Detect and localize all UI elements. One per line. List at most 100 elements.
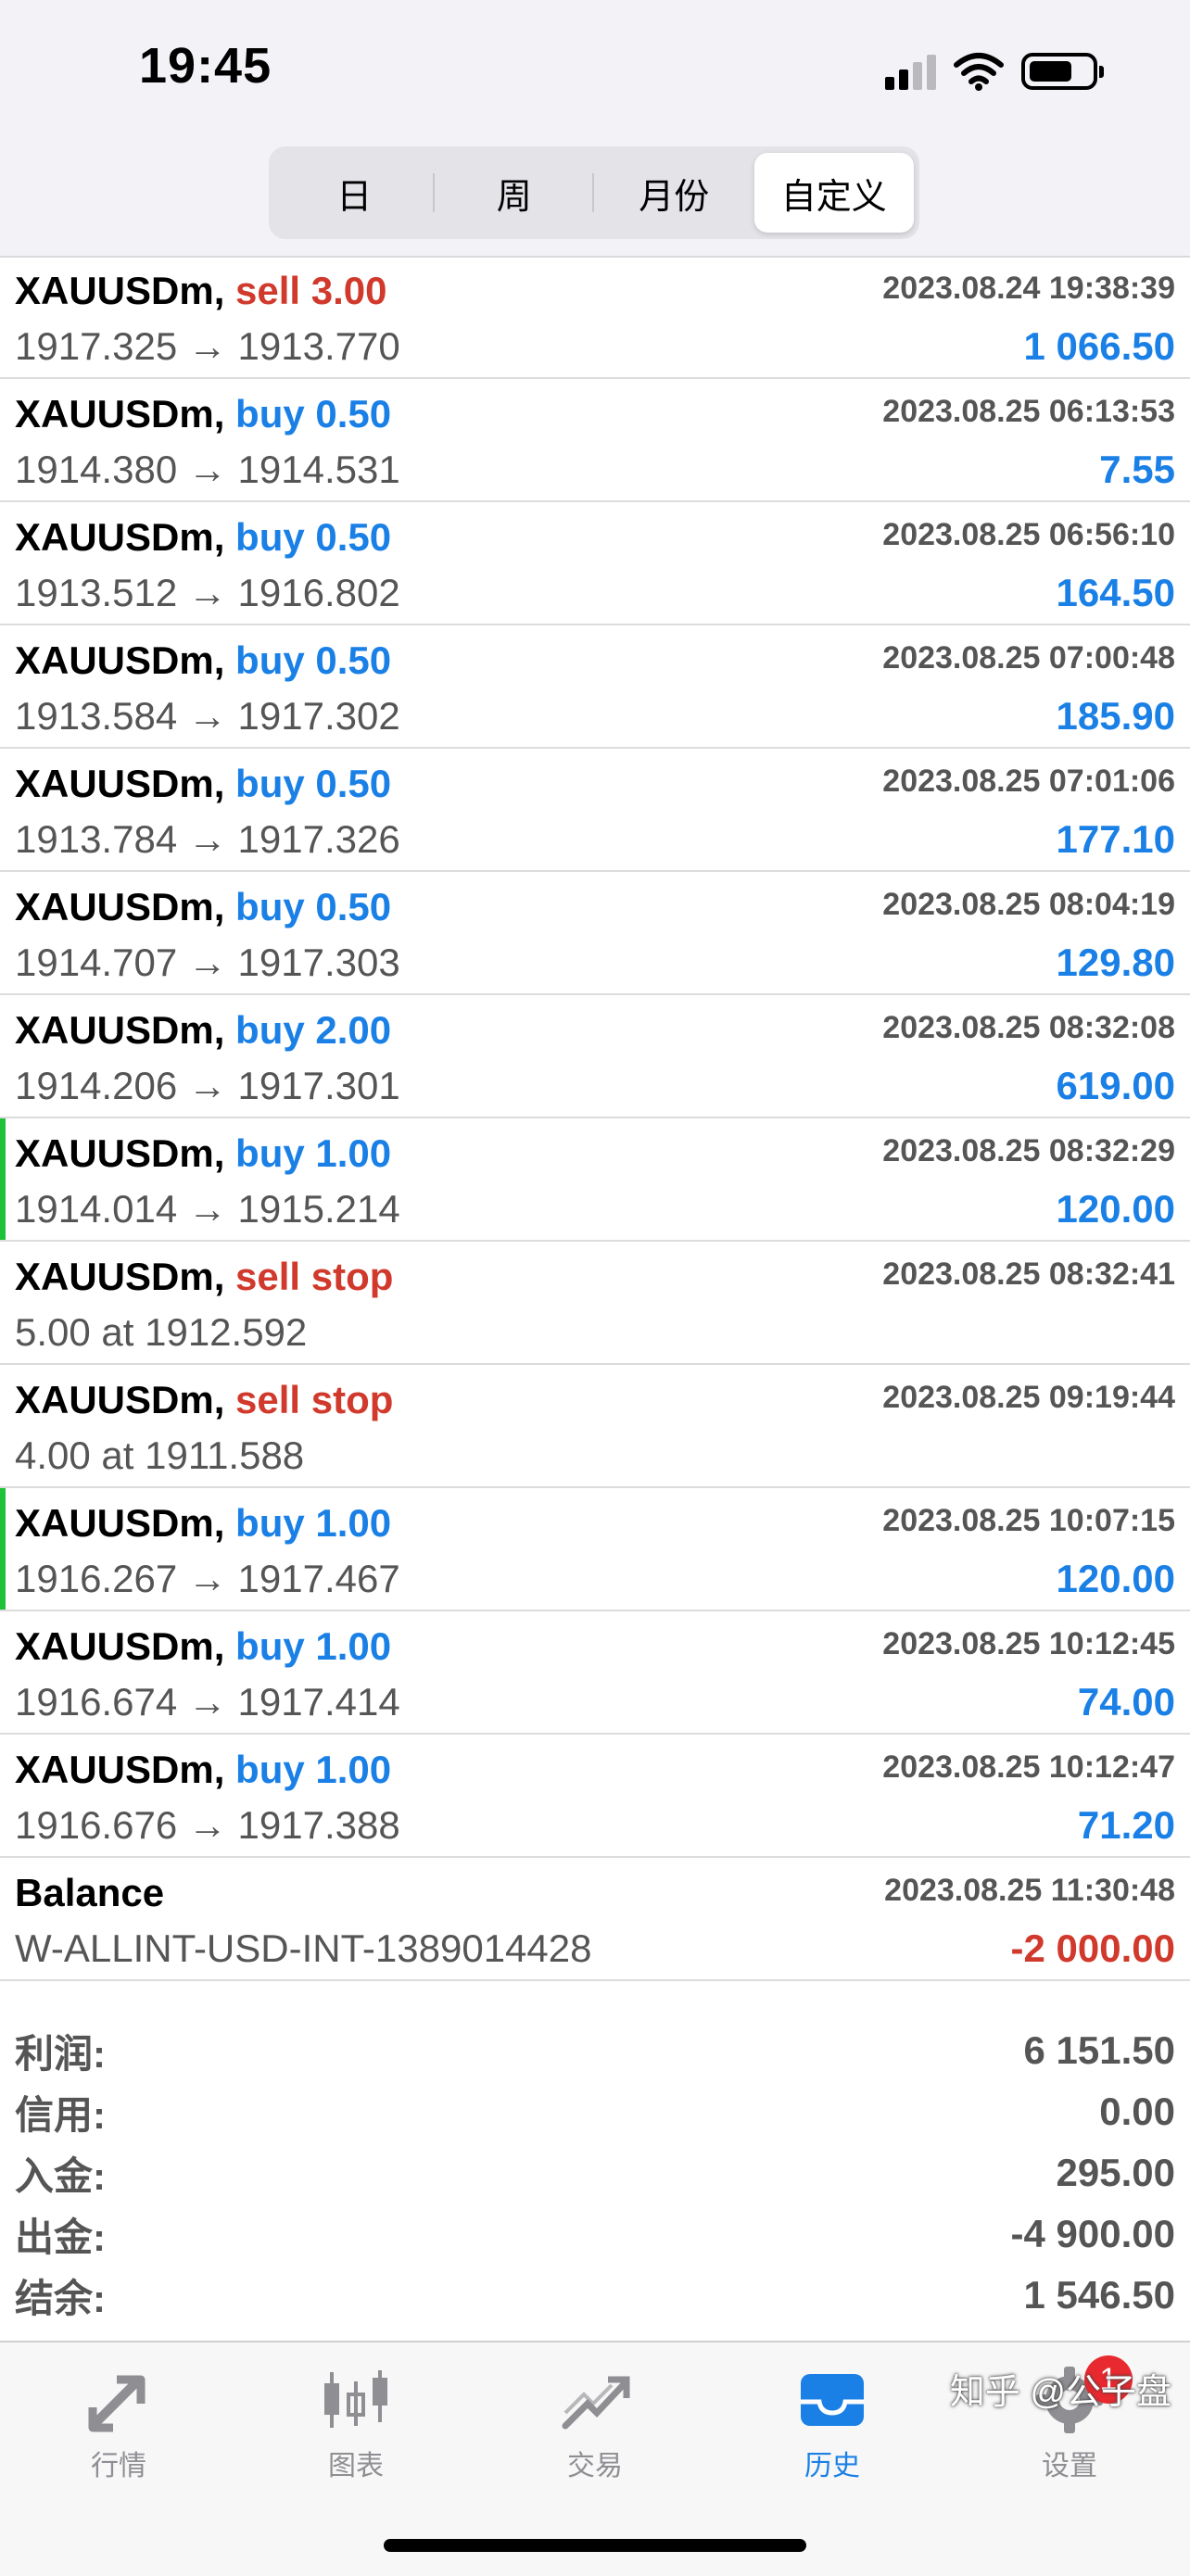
summary-row: 结余: 1 546.50 bbox=[0, 2265, 1190, 2326]
summary-row: 信用: 0.00 bbox=[0, 2081, 1190, 2142]
deal-profit: 74.00 bbox=[1077, 1680, 1175, 1724]
period-tab[interactable]: 日 bbox=[274, 153, 435, 233]
deal-action: buy 0.50 bbox=[235, 885, 392, 928]
deal-profit: -2 000.00 bbox=[1010, 1926, 1175, 1970]
deal-action: buy 1.00 bbox=[235, 1624, 392, 1668]
status-time: 19:45 bbox=[139, 38, 272, 94]
deal-prices: 1913.784 → 1917.326 bbox=[15, 817, 400, 861]
deal-symbol: XAUUSDm, bbox=[15, 392, 225, 436]
summary-row: 出金: -4 900.00 bbox=[0, 2203, 1190, 2265]
tab-label: 行情 bbox=[91, 2451, 146, 2481]
deal-symbol: XAUUSDm, bbox=[15, 1378, 225, 1421]
tab-label: 图表 bbox=[328, 2451, 384, 2481]
deal-title: Balance bbox=[15, 1871, 164, 1915]
period-tab[interactable]: 自定义 bbox=[753, 153, 914, 233]
quotes-icon bbox=[44, 2361, 193, 2439]
deal-row[interactable]: XAUUSDm, buy 0.50 2023.08.25 07:00:48 1913… bbox=[0, 625, 1190, 749]
deal-row[interactable]: XAUUSDm, buy 0.50 2023.08.25 08:04:19 1914… bbox=[0, 872, 1190, 995]
deal-title: XAUUSDm, sell stop bbox=[15, 1378, 393, 1422]
deal-prices: 1916.674 → 1917.414 bbox=[15, 1680, 400, 1724]
deal-symbol: XAUUSDm, bbox=[15, 1624, 225, 1668]
deal-time: 2023.08.25 07:00:48 bbox=[882, 640, 1175, 676]
deal-title: XAUUSDm, buy 1.00 bbox=[15, 1748, 391, 1792]
deal-time: 2023.08.25 08:32:08 bbox=[882, 1010, 1175, 1045]
deal-row[interactable]: XAUUSDm, buy 0.50 2023.08.25 07:01:06 1913… bbox=[0, 749, 1190, 872]
deal-title: XAUUSDm, buy 0.50 bbox=[15, 885, 391, 929]
trade-icon bbox=[521, 2361, 669, 2439]
deal-title: XAUUSDm, buy 0.50 bbox=[15, 392, 391, 436]
deal-row[interactable]: XAUUSDm, sell 3.00 2023.08.24 19:38:39 191… bbox=[0, 256, 1190, 379]
deal-prices: W-ALLINT-USD-INT-1389014428 bbox=[15, 1926, 592, 1970]
summary-label: 利润: bbox=[15, 2031, 106, 2076]
deal-profit: 177.10 bbox=[1056, 817, 1175, 861]
deal-profit: 120.00 bbox=[1056, 1557, 1175, 1600]
status-icons bbox=[885, 48, 1104, 95]
deal-action: buy 0.50 bbox=[235, 638, 392, 682]
deal-action: sell stop bbox=[235, 1255, 394, 1298]
tab-label: 交易 bbox=[567, 2451, 623, 2481]
summary-value: 0.00 bbox=[1099, 2090, 1175, 2133]
deal-symbol: XAUUSDm, bbox=[15, 269, 225, 312]
home-indicator[interactable] bbox=[384, 2539, 806, 2552]
deal-profit: 619.00 bbox=[1056, 1064, 1175, 1107]
cellular-signal-icon bbox=[885, 53, 936, 90]
watermark: 知乎 @公子盘 bbox=[949, 2373, 1171, 2412]
tab-history[interactable]: 历史 bbox=[758, 2361, 906, 2483]
deal-title: XAUUSDm, buy 0.50 bbox=[15, 762, 391, 806]
deal-symbol: XAUUSDm, bbox=[15, 638, 225, 682]
deal-action: buy 1.00 bbox=[235, 1748, 392, 1791]
deal-row[interactable]: XAUUSDm, buy 1.00 2023.08.25 08:32:29 1914… bbox=[0, 1118, 1190, 1242]
deal-row[interactable]: XAUUSDm, buy 1.00 2023.08.25 10:07:15 1916… bbox=[0, 1488, 1190, 1611]
deal-prices: 1913.512 → 1916.802 bbox=[15, 571, 400, 614]
deal-time: 2023.08.25 08:04:19 bbox=[882, 887, 1175, 922]
deal-profit: 120.00 bbox=[1056, 1187, 1175, 1231]
deal-profit: 7.55 bbox=[1099, 448, 1175, 491]
deal-title: XAUUSDm, sell stop bbox=[15, 1255, 393, 1299]
deal-prices: 1916.676 → 1917.388 bbox=[15, 1803, 400, 1847]
deal-profit: 1 066.50 bbox=[1023, 324, 1176, 368]
deal-row[interactable]: XAUUSDm, buy 0.50 2023.08.25 06:56:10 1913… bbox=[0, 502, 1190, 625]
deal-action: buy 2.00 bbox=[235, 1008, 392, 1052]
deal-action: buy 1.00 bbox=[235, 1131, 392, 1175]
deal-prices: 1913.584 → 1917.302 bbox=[15, 694, 400, 738]
deal-action: buy 0.50 bbox=[235, 515, 392, 559]
deal-prices: 1916.267 → 1917.467 bbox=[15, 1557, 400, 1600]
period-segmented-control: 日周月份 自定义 bbox=[269, 146, 919, 239]
deal-row[interactable]: XAUUSDm, sell stop 2023.08.25 09:19:44 4.0… bbox=[0, 1365, 1190, 1488]
deal-symbol: XAUUSDm, bbox=[15, 762, 225, 805]
deal-row[interactable]: XAUUSDm, buy 1.00 2023.08.25 10:12:47 1916… bbox=[0, 1735, 1190, 1858]
deal-symbol: XAUUSDm, bbox=[15, 885, 225, 928]
deal-symbol: XAUUSDm, bbox=[15, 1501, 225, 1545]
deal-time: 2023.08.25 06:13:53 bbox=[882, 394, 1175, 429]
deal-action: sell stop bbox=[235, 1378, 394, 1421]
balance-row[interactable]: Balance 2023.08.25 11:30:48 W-ALLINT-USD-I… bbox=[0, 1858, 1190, 1981]
deal-prices: 5.00 at 1912.592 bbox=[15, 1310, 308, 1354]
summary-row: 入金: 295.00 bbox=[0, 2142, 1190, 2203]
deal-action: sell 3.00 bbox=[235, 269, 387, 312]
tab-chart[interactable]: 图表 bbox=[282, 2361, 430, 2483]
deal-time: 2023.08.25 09:19:44 bbox=[882, 1380, 1175, 1415]
deal-profit: 185.90 bbox=[1056, 694, 1175, 738]
deal-row[interactable]: XAUUSDm, buy 2.00 2023.08.25 08:32:08 1914… bbox=[0, 995, 1190, 1118]
deal-symbol: XAUUSDm, bbox=[15, 1748, 225, 1791]
status-bar: 19:45 bbox=[0, 0, 1190, 139]
deal-title: XAUUSDm, buy 1.00 bbox=[15, 1501, 391, 1546]
deal-title: XAUUSDm, buy 0.50 bbox=[15, 638, 391, 683]
summary-label: 入金: bbox=[15, 2153, 106, 2198]
tab-quotes[interactable]: 行情 bbox=[44, 2361, 193, 2483]
period-tab[interactable]: 周 bbox=[435, 153, 595, 233]
deal-row[interactable]: XAUUSDm, buy 0.50 2023.08.25 06:13:53 1914… bbox=[0, 379, 1190, 502]
period-tab[interactable]: 月份 bbox=[594, 153, 754, 233]
deal-action: buy 0.50 bbox=[235, 392, 392, 436]
deal-symbol: XAUUSDm, bbox=[15, 1131, 225, 1175]
deal-time: 2023.08.25 08:32:41 bbox=[882, 1256, 1175, 1292]
deal-action: buy 1.00 bbox=[235, 1501, 392, 1545]
deal-title: XAUUSDm, sell 3.00 bbox=[15, 269, 387, 313]
deal-prices: 1914.014 → 1915.214 bbox=[15, 1187, 400, 1231]
deal-time: 2023.08.25 10:12:47 bbox=[882, 1749, 1175, 1785]
tab-trade[interactable]: 交易 bbox=[521, 2361, 669, 2483]
tab-label: 历史 bbox=[804, 2451, 860, 2481]
deal-symbol: Balance bbox=[15, 1871, 165, 1914]
deal-row[interactable]: XAUUSDm, buy 1.00 2023.08.25 10:12:45 1916… bbox=[0, 1611, 1190, 1735]
deal-row[interactable]: XAUUSDm, sell stop 2023.08.25 08:32:41 5.0… bbox=[0, 1242, 1190, 1365]
